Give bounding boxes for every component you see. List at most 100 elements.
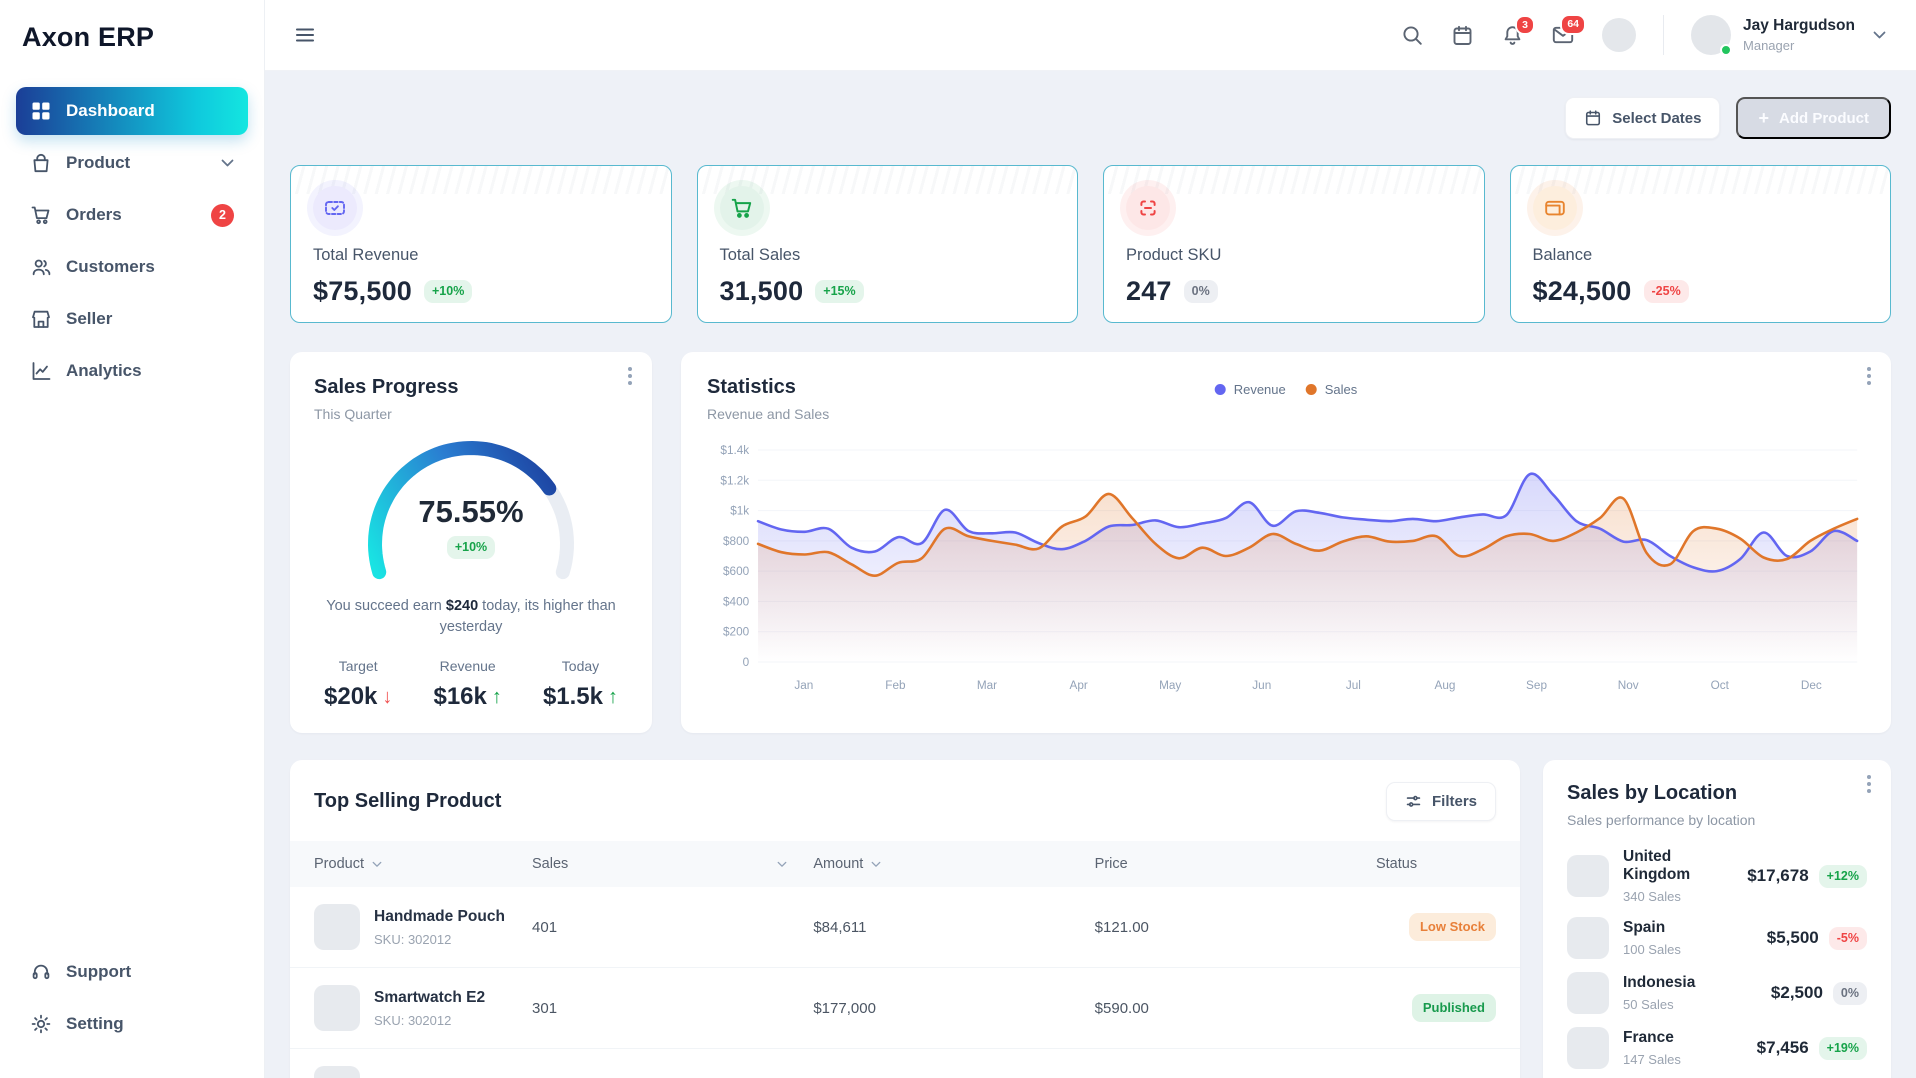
chevron-down-icon[interactable]: [221, 159, 234, 167]
svg-text:$200: $200: [723, 625, 750, 639]
location-item[interactable]: United Kingdom340 Sales $17,678+12%: [1567, 848, 1867, 904]
price-cell: $121.00: [1095, 919, 1376, 936]
svg-text:$800: $800: [723, 534, 750, 548]
metric-revenue: Revenue $16k↑: [433, 658, 501, 711]
select-dates-button[interactable]: Select Dates: [1565, 97, 1720, 139]
table-row[interactable]: Smartwatch E1: [290, 1049, 1520, 1078]
product-name: Smartwatch E2: [374, 989, 485, 1007]
select-dates-label: Select Dates: [1612, 110, 1701, 127]
sidebar-footer: Support Setting: [16, 948, 248, 1078]
users-icon: [30, 256, 52, 278]
svg-text:Oct: Oct: [1711, 678, 1730, 692]
filters-button[interactable]: Filters: [1386, 782, 1496, 821]
app-logo: Axon ERP: [16, 0, 248, 87]
sidebar-item-customers[interactable]: Customers: [16, 243, 248, 291]
svg-text:Nov: Nov: [1618, 678, 1639, 692]
svg-text:Jul: Jul: [1346, 678, 1361, 692]
search-icon[interactable]: [1401, 24, 1424, 47]
kebab-menu-icon[interactable]: [1867, 374, 1871, 378]
sales-by-location-subtitle: Sales performance by location: [1567, 812, 1867, 828]
sidebar-item-label: Dashboard: [66, 101, 155, 121]
topbar-actions: 3 64 Jay Hargudson Manager: [1401, 15, 1886, 55]
scan-icon: [1126, 186, 1170, 230]
svg-text:0: 0: [743, 655, 750, 669]
hamburger-menu-icon[interactable]: [293, 23, 317, 47]
sales-cell: 401: [532, 919, 813, 936]
location-flag-placeholder: [1567, 855, 1609, 897]
column-header-sales[interactable]: Sales: [532, 856, 813, 872]
product-thumbnail: [314, 985, 360, 1031]
table-header: Product Sales Amount Price Status: [290, 841, 1520, 887]
stat-label: Balance: [1533, 246, 1869, 265]
sidebar-nav: Dashboard Product Orders 2 Customers Sel…: [16, 87, 248, 399]
sales-progress-title: Sales Progress: [314, 376, 628, 399]
add-product-label: Add Product: [1779, 110, 1869, 127]
chevron-down-icon: [777, 861, 787, 868]
plus-icon: +: [1758, 109, 1769, 127]
product-sku: SKU: 302012: [374, 932, 505, 947]
headset-icon: [30, 961, 52, 983]
arrow-down-icon: ↓: [382, 686, 392, 709]
notifications-bell-icon[interactable]: 3: [1501, 24, 1524, 47]
table-row[interactable]: Handmade PouchSKU: 302012 401 $84,611 $1…: [290, 887, 1520, 968]
statistics-subtitle: Revenue and Sales: [707, 406, 1865, 422]
top-selling-title: Top Selling Product: [314, 790, 501, 813]
calendar-icon[interactable]: [1451, 24, 1474, 47]
filter-sliders-icon: [1405, 793, 1422, 810]
sales-by-location-card: Sales by Location Sales performance by l…: [1543, 760, 1891, 1078]
sidebar-item-analytics[interactable]: Analytics: [16, 347, 248, 395]
avatar: [1691, 15, 1731, 55]
sidebar-item-label: Support: [66, 962, 131, 982]
sidebar-item-label: Customers: [66, 257, 155, 277]
svg-text:May: May: [1159, 678, 1181, 692]
sidebar-item-support[interactable]: Support: [16, 948, 248, 996]
money-check-icon: [313, 186, 357, 230]
metric-today: Today $1.5k↑: [543, 658, 618, 711]
messages-mail-icon[interactable]: 64: [1551, 23, 1575, 47]
column-header-status[interactable]: Status: [1376, 856, 1496, 872]
legend-dot-sales: [1306, 384, 1317, 395]
statistics-card: Statistics Revenue and Sales Revenue Sal…: [681, 352, 1891, 733]
cart-icon: [720, 186, 764, 230]
sidebar-item-seller[interactable]: Seller: [16, 295, 248, 343]
sidebar-item-orders[interactable]: Orders 2: [16, 191, 248, 239]
kebab-menu-icon[interactable]: [1867, 782, 1871, 786]
table-row[interactable]: Smartwatch E2SKU: 302012 301 $177,000 $5…: [290, 968, 1520, 1049]
status-badge: Low Stock: [1409, 913, 1496, 941]
sales-by-location-title: Sales by Location: [1567, 782, 1867, 805]
sales-cell: 301: [532, 1000, 813, 1017]
chevron-down-icon: [871, 861, 881, 868]
location-flag-placeholder: [1567, 917, 1609, 959]
location-item[interactable]: Indonesia50 Sales $2,5000%: [1567, 972, 1867, 1014]
legend-item-revenue: Revenue: [1215, 382, 1286, 397]
location-flag-placeholder: [1567, 1027, 1609, 1069]
sales-progress-metrics: Target $20k↓ Revenue $16k↑ Today $1.5k↑: [314, 638, 628, 711]
page-actions: Select Dates + Add Product: [290, 97, 1891, 139]
sidebar-item-setting[interactable]: Setting: [16, 1000, 248, 1048]
location-item[interactable]: France147 Sales $7,456+19%: [1567, 1027, 1867, 1069]
user-menu[interactable]: Jay Hargudson Manager: [1663, 15, 1886, 55]
location-sales: 340 Sales: [1623, 889, 1733, 904]
location-name: Spain: [1623, 919, 1681, 937]
amount-cell: $177,000: [813, 1000, 1094, 1017]
location-item[interactable]: Spain100 Sales $5,500-5%: [1567, 917, 1867, 959]
orders-count-badge: 2: [211, 204, 234, 227]
sidebar-item-label: Seller: [66, 309, 112, 329]
location-name: France: [1623, 1029, 1681, 1047]
column-header-amount[interactable]: Amount: [813, 856, 1094, 872]
product-thumbnail: [314, 1066, 360, 1078]
column-header-price[interactable]: Price: [1095, 856, 1376, 872]
sidebar-item-dashboard[interactable]: Dashboard: [16, 87, 248, 135]
notification-count-badge: 3: [1515, 15, 1535, 36]
kebab-menu-icon[interactable]: [628, 374, 632, 378]
stat-value: 31,500: [720, 276, 804, 307]
stat-delta-badge: +10%: [424, 280, 472, 303]
topbar: 3 64 Jay Hargudson Manager: [265, 0, 1916, 71]
gauge-percent-value: 75.55%: [418, 494, 523, 529]
sidebar-item-product[interactable]: Product: [16, 139, 248, 187]
chevron-down-icon[interactable]: [1873, 31, 1886, 39]
sidebar-item-label: Setting: [66, 1014, 124, 1034]
top-selling-product-card: Top Selling Product Filters Product Sale…: [290, 760, 1520, 1078]
column-header-product[interactable]: Product: [314, 856, 532, 872]
add-product-button[interactable]: + Add Product: [1736, 97, 1891, 139]
